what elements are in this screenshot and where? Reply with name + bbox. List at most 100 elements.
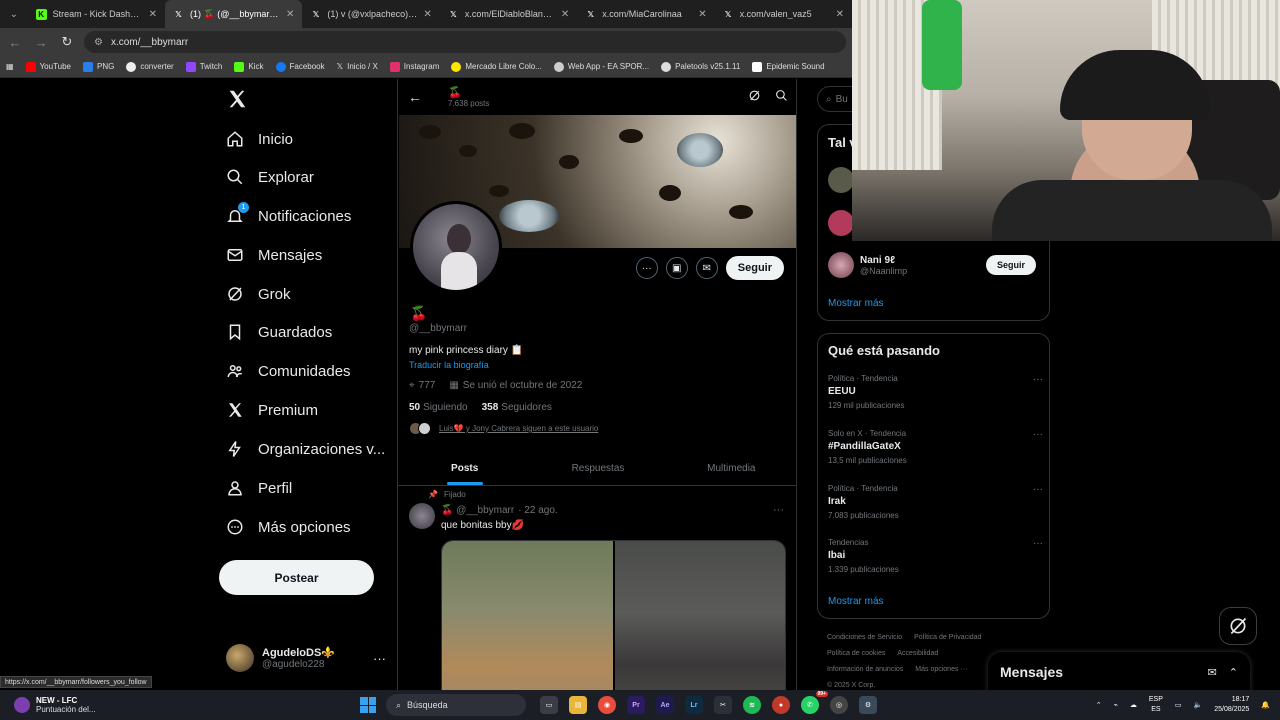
nav-more[interactable]: Más opciones [226, 515, 351, 539]
tweet-author[interactable]: 🍒 @__bbymarr [441, 505, 514, 516]
obs-icon[interactable]: ◎ [830, 696, 848, 714]
nav-notifications[interactable]: 1 Notificaciones [226, 202, 351, 228]
bookmark-instagram[interactable]: Instagram [389, 61, 439, 72]
nav-communities[interactable]: Comunidades [226, 359, 351, 383]
footer-link[interactable]: Más opciones ··· [915, 666, 967, 673]
more-dots-icon[interactable]: ··· [1033, 484, 1043, 495]
search-input[interactable]: ⌕ Bu [817, 86, 852, 112]
footer-link[interactable]: Política de cookies [827, 650, 885, 657]
spotify-icon[interactable]: ≋ [743, 696, 761, 714]
settings-gear-icon[interactable]: ⚙ [859, 696, 877, 714]
game-app-icon[interactable]: ● [772, 696, 790, 714]
browser-tab[interactable]: K Stream - Kick Dashboard ✕ [28, 0, 165, 28]
follow-button[interactable]: Seguir [725, 256, 784, 280]
browser-tab[interactable]: 𝕏 x.com/valen_vaz5 ✕ [715, 0, 852, 28]
more-dots-icon[interactable]: ··· [1033, 429, 1043, 440]
monitor-icon[interactable]: ▭ [1175, 701, 1182, 709]
bookmark-twitch[interactable]: Twitch [185, 61, 222, 72]
footer-link[interactable]: Condiciones de Servicio [827, 634, 902, 641]
post-button[interactable]: Postear [219, 560, 374, 595]
clock[interactable]: 18:17 25/08/2025 [1214, 695, 1249, 715]
url-input[interactable]: ⚙ x.com/__bbymarr [84, 31, 846, 53]
trend-item[interactable]: Tendencias Ibai 1.339 publicaciones ··· [828, 538, 1043, 574]
chevron-up-icon[interactable]: ⌃ [1229, 666, 1238, 679]
more-options-button[interactable]: ··· [635, 257, 658, 279]
close-icon[interactable]: ✕ [149, 9, 157, 20]
browser-tab-active[interactable]: 𝕏 (1) 🍒 (@__bbymarr) / X ✕ [165, 0, 303, 28]
nav-bookmarks[interactable]: Guardados [226, 320, 332, 344]
footer-link[interactable]: Accesibilidad [897, 650, 938, 657]
show-more-link[interactable]: Mostrar más [828, 596, 884, 607]
bookmark-converter[interactable]: converter [126, 61, 174, 72]
site-settings-icon[interactable]: ⚙ [94, 37, 103, 48]
following-link[interactable]: 50 Siguiendo [409, 402, 468, 413]
chevron-up-icon[interactable]: ⌃ [1096, 701, 1102, 709]
close-icon[interactable]: ✕ [286, 9, 294, 20]
browser-tab[interactable]: 𝕏 x.com/ElDiabloBlanco/sta ✕ [440, 0, 577, 28]
more-dots-icon[interactable]: ··· [773, 504, 784, 516]
language-indicator[interactable]: ESP ES [1149, 695, 1163, 715]
close-icon[interactable]: ✕ [423, 9, 431, 20]
followers-you-follow[interactable]: Luis💔 y Jony Cabrera siguen a este usuar… [409, 422, 598, 435]
bookmark-mercadolibre[interactable]: Mercado Libre Colo... [451, 61, 542, 72]
capcut-icon[interactable]: ✂ [714, 696, 732, 714]
chrome-icon[interactable]: ◉ [598, 696, 616, 714]
taskbar-search[interactable]: ⌕ Búsqueda [386, 694, 526, 716]
tab-search-icon[interactable]: ⌄ [0, 0, 28, 28]
apps-grid-icon[interactable]: ▦ [6, 62, 14, 71]
close-icon[interactable]: ✕ [698, 9, 706, 20]
browser-tab[interactable]: 𝕏 (1) v (@vxlpacheco) / X ✕ [302, 0, 439, 28]
more-dots-icon[interactable]: ··· [1033, 374, 1043, 385]
reload-icon[interactable]: ↻ [58, 34, 76, 50]
grok-analyze-button[interactable]: ▣ [665, 257, 688, 279]
followers-link[interactable]: 358 Seguidores [482, 402, 552, 413]
show-more-link[interactable]: Mostrar más [828, 298, 884, 309]
whatsapp-icon[interactable]: ✆ 99+ [801, 691, 828, 714]
nav-organizations[interactable]: Organizaciones v... [226, 437, 385, 461]
nav-explore[interactable]: Explorar [226, 165, 314, 189]
translate-bio-link[interactable]: Traducir la biografía [409, 360, 489, 370]
avatar[interactable] [828, 167, 854, 193]
bookmark-kick[interactable]: Kick [234, 61, 264, 72]
nav-premium[interactable]: Premium [226, 398, 318, 422]
close-icon[interactable]: ✕ [836, 9, 844, 20]
bookmark-youtube[interactable]: YouTube [25, 61, 71, 72]
news-widget[interactable]: NEW - LFC Puntuación del... [0, 696, 360, 714]
messages-drawer[interactable]: Mensajes ✉ ⌃ [988, 652, 1250, 692]
tab-media[interactable]: Multimedia [665, 452, 796, 485]
bookmark-epidemic[interactable]: Epidemic Sound [752, 61, 825, 72]
account-switcher[interactable]: AgudeloDS⚜️ @agudelo228 ··· [226, 644, 386, 672]
lightroom-icon[interactable]: Lr [685, 696, 703, 714]
nav-grok[interactable]: Grok [226, 282, 291, 306]
who-to-follow-item[interactable]: Nani 9ℓ @Naanlimp [828, 252, 907, 278]
more-dots-icon[interactable]: ··· [1033, 538, 1043, 549]
nav-home[interactable]: Inicio [226, 127, 293, 151]
task-view-icon[interactable]: ▭ [540, 696, 558, 714]
back-arrow-icon[interactable]: ← [6, 35, 24, 50]
notifications-bell-icon[interactable]: 🔔 [1261, 701, 1270, 709]
volume-icon[interactable]: 🔈 [1194, 701, 1203, 709]
grok-icon[interactable] [748, 89, 761, 105]
search-icon[interactable] [775, 89, 788, 105]
network-icon[interactable]: ⌁ [1114, 701, 1118, 709]
close-icon[interactable]: ✕ [561, 9, 569, 20]
cloud-icon[interactable]: ☁ [1130, 701, 1137, 709]
tab-posts[interactable]: Posts [398, 452, 531, 485]
browser-tab[interactable]: 𝕏 x.com/MiaCarolinaa ✕ [577, 0, 714, 28]
file-explorer-icon[interactable]: ▤ [569, 696, 587, 714]
bookmark-x[interactable]: 𝕏 Inicio / X [337, 62, 378, 71]
trend-item[interactable]: Política · Tendencia Irak 7.083 publicac… [828, 484, 1043, 520]
bookmark-paletools[interactable]: Paletools v25.1.11 [661, 61, 740, 72]
after-effects-icon[interactable]: Ae [656, 696, 674, 714]
bookmark-ea[interactable]: Web App - EA SPOR... [553, 61, 649, 72]
nav-messages[interactable]: Mensajes [226, 243, 322, 267]
x-logo-icon[interactable] [226, 88, 248, 110]
new-message-icon[interactable]: ✉ [1208, 666, 1217, 679]
grok-fab-button[interactable] [1219, 607, 1257, 645]
avatar[interactable] [828, 210, 854, 236]
footer-link[interactable]: Información de anuncios [827, 666, 903, 673]
forward-arrow-icon[interactable]: → [32, 35, 50, 50]
message-button[interactable]: ✉ [695, 257, 718, 279]
tab-replies[interactable]: Respuestas [531, 452, 664, 485]
more-dots-icon[interactable]: ··· [373, 651, 386, 666]
